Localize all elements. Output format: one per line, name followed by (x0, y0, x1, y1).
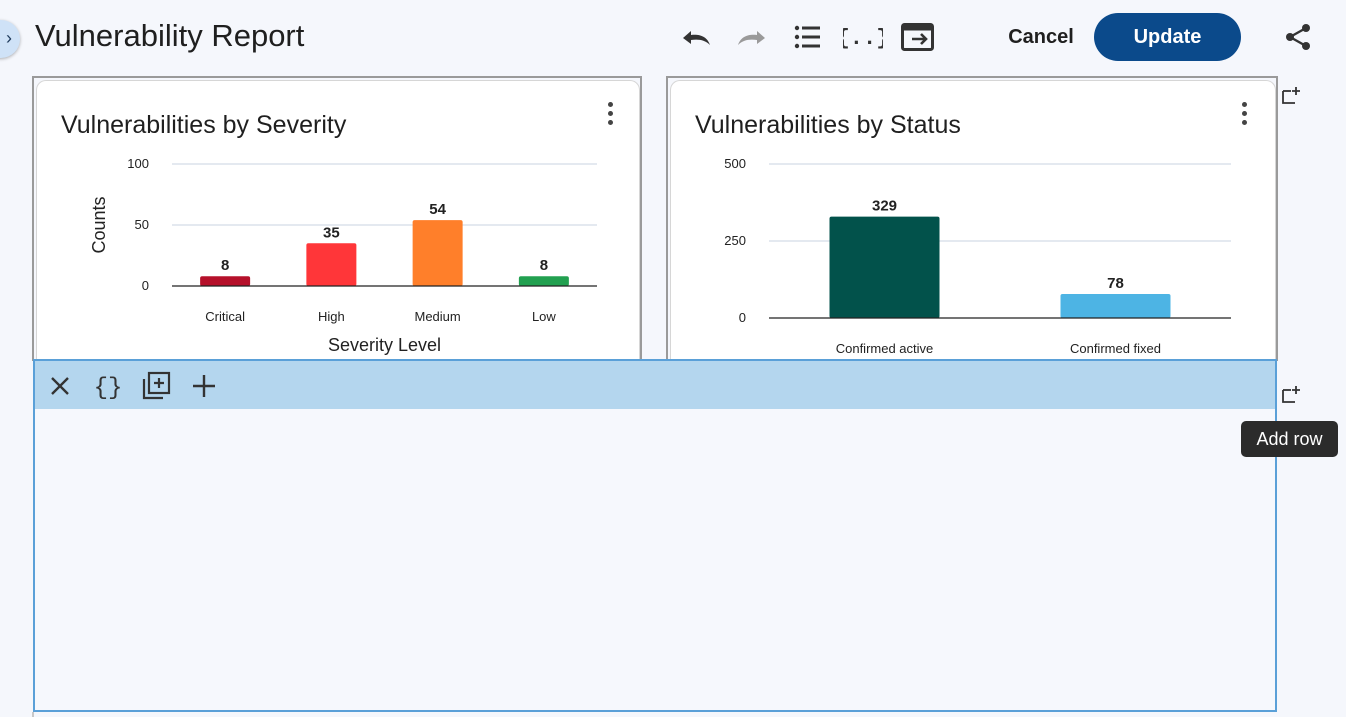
y-tick-label: 100 (127, 156, 149, 171)
bar-critical (200, 276, 251, 286)
svg-text:{..}: {..} (843, 26, 883, 51)
x-tick-label: Low (532, 309, 556, 324)
add-row-tooltip: Add row (1241, 421, 1338, 457)
selected-row[interactable]: {} (33, 359, 1277, 712)
duplicate-icon (142, 371, 171, 400)
json-braces-icon: {..} (843, 26, 883, 51)
row-json-button[interactable]: {} (91, 369, 125, 403)
bar-confirmed-fixed (1060, 293, 1171, 318)
redo-button[interactable] (734, 20, 770, 54)
column-divider[interactable] (640, 76, 668, 361)
remove-row-button[interactable] (43, 369, 77, 403)
x-tick-label: Confirmed fixed (1070, 341, 1161, 356)
data-label: 8 (540, 257, 548, 274)
bar-confirmed-active (829, 216, 940, 318)
add-row-icon[interactable] (1280, 84, 1302, 106)
share-icon (1286, 24, 1310, 50)
close-icon (51, 377, 69, 395)
list-button[interactable] (789, 20, 825, 54)
update-button[interactable]: Update (1094, 13, 1241, 61)
data-label: 78 (1107, 275, 1124, 292)
add-panel-button[interactable] (187, 369, 221, 403)
data-label: 35 (323, 224, 340, 241)
undo-button[interactable] (678, 20, 714, 54)
sidebar-expand-button[interactable]: › (0, 20, 20, 58)
share-button[interactable] (1280, 20, 1316, 54)
add-row-icon[interactable] (1280, 383, 1302, 405)
bar-high (306, 243, 357, 286)
x-tick-label: Medium (415, 309, 461, 324)
x-tick-label: Confirmed active (836, 341, 934, 356)
chevron-right-icon: › (6, 28, 12, 48)
svg-text:{}: {} (94, 375, 123, 400)
row-edge (32, 712, 34, 717)
severity-chart-panel: Vulnerabilities by Severity 0 50 100 8 Criti… (36, 80, 640, 360)
add-icon (193, 375, 215, 397)
json-braces-icon: {} (94, 375, 123, 400)
undo-icon (683, 31, 710, 45)
severity-bar-chart: 0 50 100 8 Critical 35 High 54 Medium 8 Low Severit… (89, 156, 597, 355)
y-tick-label: 250 (724, 233, 746, 248)
x-tick-label: High (318, 309, 345, 324)
bar-medium (412, 220, 463, 286)
json-button[interactable]: {..} (843, 20, 883, 54)
duplicate-row-button[interactable] (139, 369, 173, 403)
export-icon (901, 23, 934, 51)
page-title: Vulnerability Report (35, 18, 305, 53)
data-label: 329 (872, 198, 897, 215)
status-bar-chart: 0 250 500 329 Confirmed active 78 Confirmed fi… (724, 156, 1231, 356)
redo-icon (738, 31, 765, 45)
y-tick-label: 50 (135, 217, 149, 232)
data-label: 8 (221, 257, 229, 274)
cancel-button[interactable]: Cancel (995, 20, 1087, 54)
y-tick-label: 0 (142, 278, 149, 293)
bar-low (518, 276, 569, 286)
export-button[interactable] (900, 20, 936, 54)
y-tick-label: 500 (724, 156, 746, 171)
x-axis-label: Severity Level (328, 335, 441, 355)
status-chart-panel: Vulnerabilities by Status 0 250 500 329 Conf… (670, 80, 1276, 360)
data-label: 54 (429, 201, 446, 218)
y-axis-label: Counts (89, 196, 109, 253)
row-toolbar: {} (35, 361, 1275, 409)
list-icon (794, 25, 820, 49)
x-tick-label: Critical (205, 309, 245, 324)
y-tick-label: 0 (739, 310, 746, 325)
